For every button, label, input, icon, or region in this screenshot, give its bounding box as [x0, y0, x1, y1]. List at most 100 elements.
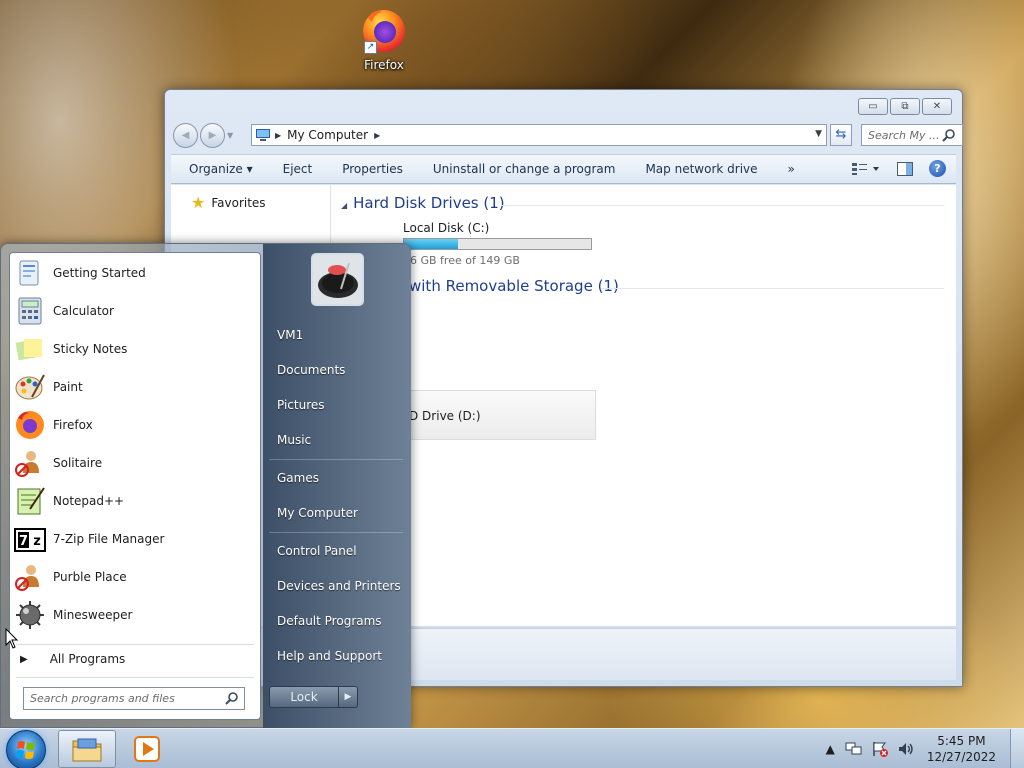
program-item-notepadpp[interactable]: Notepad++ — [14, 483, 258, 519]
clock-time: 5:45 PM — [937, 734, 986, 748]
address-bar[interactable]: ▶ My Computer ▶ ▼ — [251, 124, 827, 146]
minimize-button[interactable]: ▭ — [858, 98, 888, 115]
taskbar-explorer-button[interactable] — [58, 730, 116, 768]
desktop-icon-label: Firefox — [364, 58, 404, 72]
svg-text:7: 7 — [19, 534, 28, 549]
back-button[interactable]: ◀ — [173, 122, 198, 148]
program-label: Getting Started — [53, 266, 146, 280]
start-search-placeholder: Search programs and files — [30, 692, 175, 705]
volume-icon[interactable] — [897, 741, 915, 757]
start-right-panel: VM1 Documents Pictures Music Games My Co… — [263, 244, 411, 729]
start-menu: Getting Started Calculator Sticky Notes … — [0, 243, 411, 729]
program-label: Purble Place — [53, 570, 127, 584]
explorer-search-input[interactable]: Search My ... — [861, 124, 963, 146]
recent-pages-chevron-down-icon[interactable]: ▼ — [227, 131, 237, 140]
program-item-minesweeper[interactable]: Minesweeper — [14, 597, 258, 633]
shutdown-options-arrow-icon[interactable]: ▶ — [339, 686, 358, 708]
removable-group-header[interactable]: with Removable Storage (1) — [409, 277, 619, 295]
start-link-music[interactable]: Music — [277, 433, 311, 447]
start-link-help-support[interactable]: Help and Support — [277, 649, 382, 663]
refresh-button[interactable]: ⇆ — [830, 124, 852, 146]
navigation-row: ◀ ▶ ▼ ▶ My Computer ▶ ▼ ⇆ Search My ... — [173, 122, 963, 148]
breadcrumb-separator-icon[interactable]: ▶ — [275, 131, 281, 140]
start-link-games[interactable]: Games — [277, 471, 319, 485]
program-item-paint[interactable]: Paint — [14, 369, 258, 405]
forward-button[interactable]: ▶ — [200, 122, 225, 148]
organize-menu[interactable]: Organize ▾ — [189, 162, 253, 176]
start-link-control-panel[interactable]: Control Panel — [277, 544, 357, 558]
start-link-my-computer[interactable]: My Computer — [277, 506, 358, 520]
local-disk-usage-bar — [403, 238, 592, 250]
breadcrumb-chevron-icon[interactable]: ▶ — [374, 131, 380, 140]
program-item-getting-started[interactable]: Getting Started — [14, 255, 258, 291]
collapse-triangle-icon[interactable]: ◢ — [341, 201, 347, 210]
star-icon: ★ — [191, 193, 206, 212]
program-item-calculator[interactable]: Calculator — [14, 293, 258, 329]
address-dropdown-icon[interactable]: ▼ — [815, 129, 822, 139]
computer-icon — [256, 129, 270, 141]
start-link-pictures[interactable]: Pictures — [277, 398, 325, 412]
folder-icon — [72, 738, 102, 762]
program-item-sticky-notes[interactable]: Sticky Notes — [14, 331, 258, 367]
start-search-input[interactable]: Search programs and files — [23, 687, 245, 710]
eject-button[interactable]: Eject — [283, 162, 313, 176]
program-label: Paint — [53, 380, 83, 394]
firefox-icon: ↗ — [360, 6, 408, 54]
hard-disk-group-title: Hard Disk Drives (1) — [353, 194, 505, 212]
map-network-drive-button[interactable]: Map network drive — [645, 162, 757, 176]
start-link-user[interactable]: VM1 — [277, 328, 303, 342]
taskbar: ▲ 5:45 PM 12/27/2022 — [0, 728, 1024, 768]
program-label: Firefox — [53, 418, 93, 432]
command-bar: Organize ▾ Eject Properties Uninstall or… — [171, 154, 956, 184]
view-options-icon[interactable] — [851, 162, 881, 176]
favorites-link[interactable]: ★ Favorites — [191, 195, 266, 211]
lock-button[interactable]: Lock — [269, 686, 339, 708]
sticky-notes-icon — [15, 339, 42, 361]
all-programs-button[interactable]: ▶ All Programs — [20, 652, 125, 666]
show-desktop-button[interactable] — [1010, 729, 1024, 768]
program-item-firefox[interactable]: Firefox — [14, 407, 258, 443]
user-avatar[interactable] — [311, 253, 364, 306]
show-hidden-icons-button[interactable]: ▲ — [826, 742, 835, 756]
program-label: 7-Zip File Manager — [53, 532, 165, 546]
more-commands-button[interactable]: » — [788, 162, 795, 176]
properties-button[interactable]: Properties — [342, 162, 403, 176]
taskbar-media-player-button[interactable] — [118, 730, 176, 768]
program-item-solitaire[interactable]: Solitaire — [14, 445, 258, 481]
window-controls: ▭ ⧉ ✕ — [858, 98, 952, 115]
program-label: Minesweeper — [53, 608, 133, 622]
program-item-purble-place[interactable]: Purble Place — [14, 559, 258, 595]
favorites-label: Favorites — [211, 196, 266, 210]
command-bar-right: ? — [851, 160, 946, 177]
start-link-default-programs[interactable]: Default Programs — [277, 614, 382, 628]
start-link-devices-printers[interactable]: Devices and Printers — [277, 579, 401, 593]
search-icon — [942, 129, 955, 142]
local-disk-name[interactable]: Local Disk (C:) — [403, 221, 489, 235]
maximize-button[interactable]: ⧉ — [890, 98, 920, 115]
minesweeper-icon — [16, 601, 44, 629]
right-panel-separator — [269, 459, 403, 460]
close-button[interactable]: ✕ — [922, 98, 952, 115]
solitaire-icon — [15, 451, 39, 477]
local-disk-free-text: 06 GB free of 149 GB — [403, 254, 520, 267]
start-link-documents[interactable]: Documents — [277, 363, 345, 377]
getting-started-icon — [19, 260, 39, 286]
start-button[interactable] — [6, 730, 46, 768]
program-item-7zip[interactable]: 7 z 7-Zip File Manager — [14, 521, 258, 557]
help-icon[interactable]: ? — [929, 160, 946, 177]
dvd-drive-tile[interactable]: D Drive (D:) — [400, 390, 596, 440]
purble-place-icon — [15, 565, 39, 591]
programs-separator — [16, 644, 254, 645]
action-center-icon[interactable] — [871, 741, 889, 757]
programs-panel: Getting Started Calculator Sticky Notes … — [9, 252, 261, 720]
program-label: Notepad++ — [53, 494, 125, 508]
mouse-cursor-icon — [5, 628, 19, 649]
hard-disk-group-header[interactable]: ◢ Hard Disk Drives (1) — [341, 194, 505, 212]
preview-pane-icon[interactable] — [897, 161, 913, 176]
uninstall-program-button[interactable]: Uninstall or change a program — [433, 162, 616, 176]
right-panel-separator — [269, 532, 403, 533]
desktop-firefox-shortcut[interactable]: ↗ Firefox — [350, 6, 418, 72]
network-icon[interactable] — [845, 741, 863, 757]
breadcrumb-my-computer[interactable]: My Computer — [287, 128, 368, 142]
taskbar-clock[interactable]: 5:45 PM 12/27/2022 — [927, 733, 996, 765]
